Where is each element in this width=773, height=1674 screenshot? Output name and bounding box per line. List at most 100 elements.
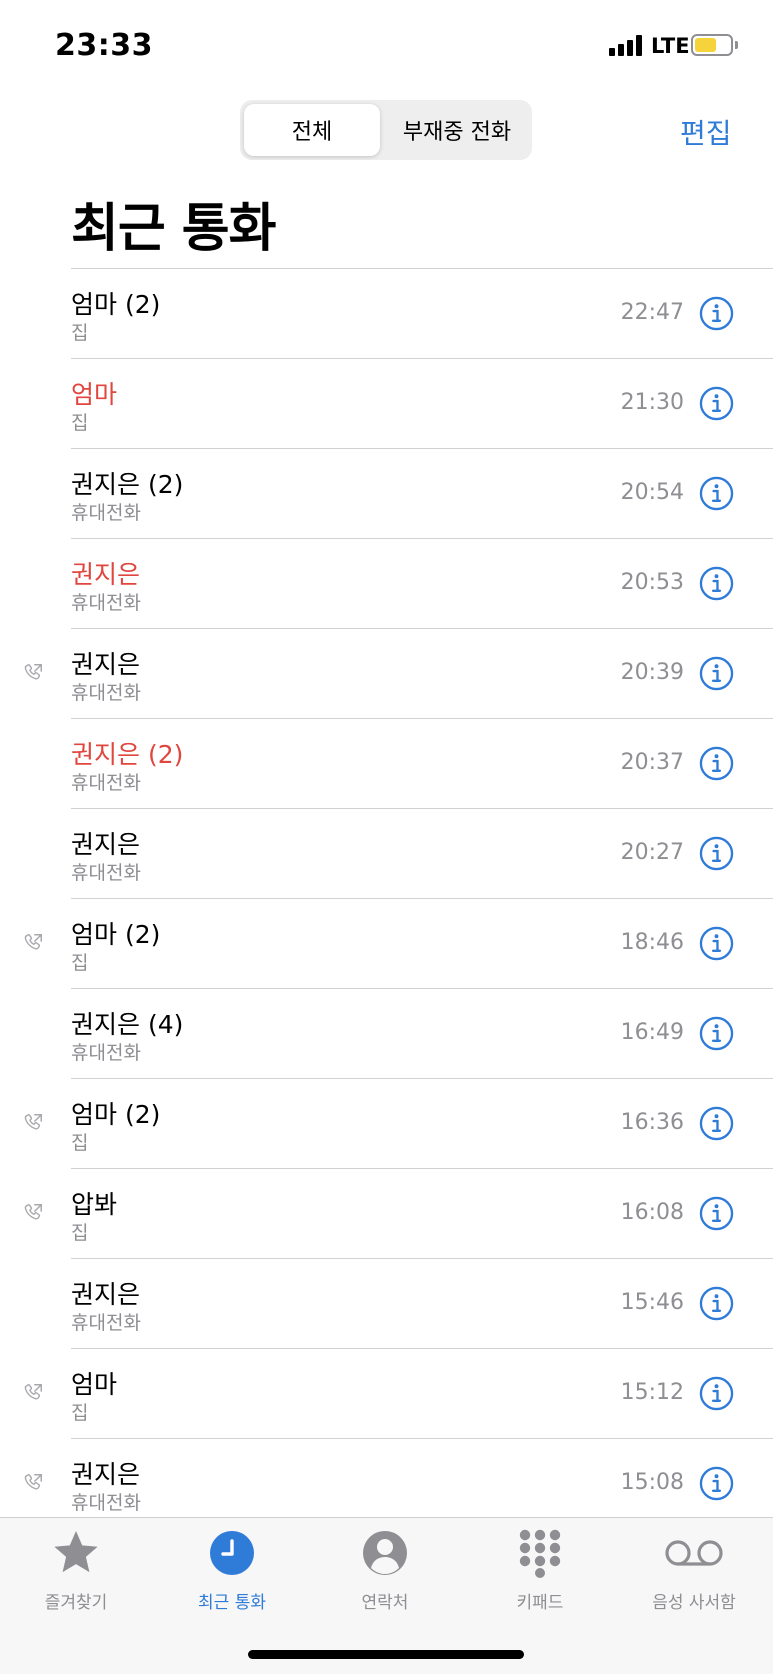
call-time: 16:36 [620,1110,684,1135]
battery-fill [695,38,717,52]
signal-icon [609,34,645,56]
segment-missed[interactable]: 부재중 전화 [386,104,528,156]
caller-name: 권지은 [71,650,141,679]
caller-name: 압봐 [71,1190,118,1219]
call-time: 16:08 [620,1200,684,1225]
caller-name: 엄마 [71,1370,118,1399]
caller-name: 권지은 [71,1280,141,1309]
info-icon[interactable] [699,746,734,781]
tab-keypad[interactable]: 키패드 [470,1528,610,1618]
tab-label: 연락처 [361,1593,409,1613]
tab-contacts[interactable]: 연락처 [315,1528,455,1618]
outgoing-call-icon [24,934,42,950]
call-type-label: 휴대전화 [71,1312,141,1334]
call-time: 20:37 [620,750,684,775]
star-icon [54,1531,98,1573]
info-icon[interactable] [699,1106,734,1141]
info-icon[interactable] [699,566,734,601]
call-time: 21:30 [620,390,684,415]
home-indicator[interactable] [248,1650,524,1659]
caller-name: 엄마 (2) [71,920,161,949]
call-type-label: 집 [71,1132,89,1154]
call-row[interactable]: 권지은 (4) 휴대전화 16:49 [0,988,773,1078]
clock-icon [210,1531,254,1575]
info-icon[interactable] [699,296,734,331]
caller-name: 권지은 [71,1460,141,1489]
call-row[interactable]: 권지은 (2) 휴대전화 20:54 [0,448,773,538]
segment-all[interactable]: 전체 [244,104,380,156]
call-time: 15:46 [620,1290,684,1315]
call-type-label: 집 [71,322,89,344]
status-bar: 23:33 LTE [0,0,773,90]
outgoing-call-icon [24,664,42,680]
caller-name: 권지은 (4) [71,1010,184,1039]
info-icon[interactable] [699,926,734,961]
call-type-label: 휴대전화 [71,1042,141,1064]
tab-label: 음성 사서함 [652,1593,736,1613]
call-row[interactable]: 권지은 휴대전화 20:39 [0,628,773,718]
call-row[interactable]: 권지은 휴대전화 15:46 [0,1258,773,1348]
caller-name: 권지은 [71,830,141,859]
tab-voicemail[interactable]: 음성 사서함 [624,1528,764,1618]
call-type-label: 휴대전화 [71,772,141,794]
info-icon[interactable] [699,386,734,421]
voicemail-icon [665,1540,723,1566]
call-row[interactable]: 엄마 집 21:30 [0,358,773,448]
tab-recents[interactable]: 최근 통화 [162,1528,302,1618]
info-icon[interactable] [699,836,734,871]
info-icon[interactable] [699,476,734,511]
info-icon[interactable] [699,1466,734,1501]
call-time: 15:08 [620,1470,684,1495]
call-type-label: 휴대전화 [71,592,141,614]
call-time: 16:49 [620,1020,684,1045]
caller-name: 엄마 (2) [71,1100,161,1129]
outgoing-call-icon [24,1114,42,1130]
info-icon[interactable] [699,1286,734,1321]
page-title: 최근 통화 [71,199,276,259]
call-type-label: 휴대전화 [71,682,141,704]
call-row[interactable]: 압봐 집 16:08 [0,1168,773,1258]
call-time: 15:12 [620,1380,684,1405]
keypad-icon [519,1529,561,1578]
info-icon[interactable] [699,656,734,691]
outgoing-call-icon [24,1204,42,1220]
call-row[interactable]: 엄마 (2) 집 18:46 [0,898,773,988]
call-row[interactable]: 권지은 (2) 휴대전화 20:37 [0,718,773,808]
outgoing-call-icon [24,1384,42,1400]
call-row[interactable]: 권지은 휴대전화 15:08 [0,1438,773,1528]
tab-label: 즐겨찾기 [44,1593,108,1613]
call-type-label: 집 [71,1222,89,1244]
call-time: 20:27 [620,840,684,865]
call-type-label: 집 [71,952,89,974]
status-time: 23:33 [55,28,153,63]
call-time: 20:39 [620,660,684,685]
call-time: 20:53 [620,570,684,595]
tab-label: 최근 통화 [198,1593,266,1613]
caller-name: 권지은 (2) [71,740,184,769]
call-type-label: 집 [71,412,89,434]
call-row[interactable]: 권지은 휴대전화 20:53 [0,538,773,628]
battery-cap [735,41,738,49]
network-label: LTE [651,34,690,58]
call-type-label: 휴대전화 [71,862,141,884]
call-row[interactable]: 엄마 (2) 집 16:36 [0,1078,773,1168]
person-icon [363,1531,407,1575]
caller-name: 권지은 (2) [71,470,184,499]
outgoing-call-icon [24,1474,42,1490]
caller-name: 엄마 [71,380,118,409]
call-row[interactable]: 엄마 (2) 집 22:47 [0,268,773,358]
call-type-label: 휴대전화 [71,1492,141,1514]
info-icon[interactable] [699,1196,734,1231]
info-icon[interactable] [699,1016,734,1051]
call-time: 22:47 [620,300,684,325]
caller-name: 엄마 (2) [71,290,161,319]
call-time: 20:54 [620,480,684,505]
info-icon[interactable] [699,1376,734,1411]
call-time: 18:46 [620,930,684,955]
call-row[interactable]: 권지은 휴대전화 20:27 [0,808,773,898]
call-type-label: 휴대전화 [71,502,141,524]
tab-favorites[interactable]: 즐겨찾기 [6,1528,146,1618]
call-type-label: 집 [71,1402,89,1424]
call-row[interactable]: 엄마 집 15:12 [0,1348,773,1438]
edit-button[interactable]: 편집 [680,112,732,152]
